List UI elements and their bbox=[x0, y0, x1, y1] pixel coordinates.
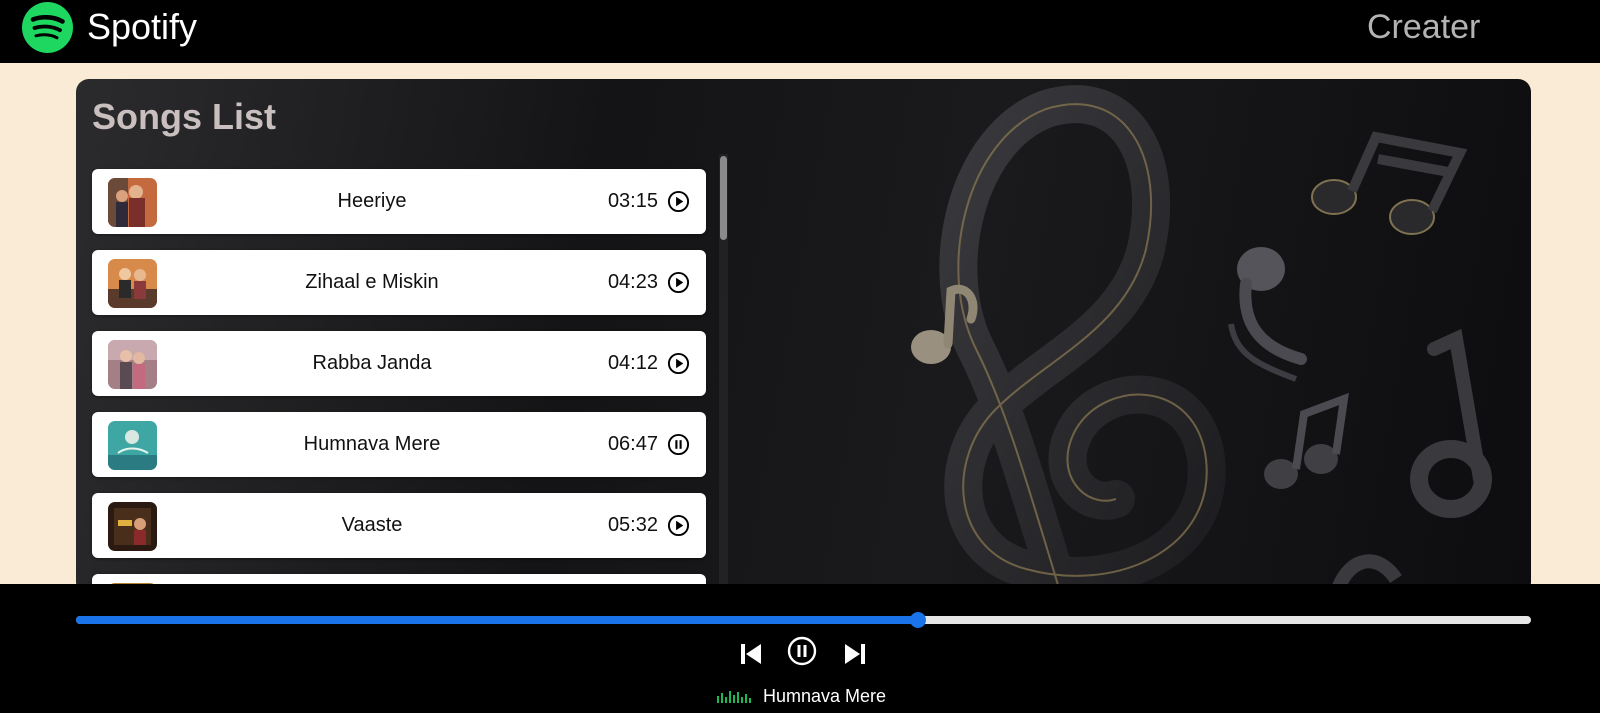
song-item-rabba-janda[interactable]: Rabba Janda 04:12 bbox=[92, 331, 706, 396]
song-item-humnava-mere[interactable]: Humnava Mere 06:47 bbox=[92, 412, 706, 477]
play-circle-icon[interactable] bbox=[667, 514, 690, 537]
song-duration: 05:32 bbox=[607, 514, 658, 536]
song-item-zihaal-e-miskin[interactable]: Zihaal e Miskin 04:23 bbox=[92, 250, 706, 315]
play-circle-icon[interactable] bbox=[667, 190, 690, 213]
seek-bar[interactable] bbox=[76, 612, 1531, 628]
creater-link[interactable]: Creater bbox=[1367, 6, 1480, 48]
song-duration: 04:23 bbox=[607, 271, 658, 293]
song-name: Humnava Mere bbox=[303, 433, 441, 455]
pause-circle-icon[interactable] bbox=[667, 433, 690, 456]
song-list-scrollbar[interactable] bbox=[719, 154, 728, 595]
songs-list-title: Songs List bbox=[92, 96, 277, 137]
brand-name[interactable]: Spotify bbox=[87, 6, 197, 48]
album-cover-rabba-janda bbox=[108, 340, 157, 389]
previous-icon[interactable] bbox=[740, 643, 762, 665]
song-item-heeriye[interactable]: Heeriye 03:15 bbox=[92, 169, 706, 234]
music-notes-artwork bbox=[911, 85, 1492, 595]
player-bar: Humnava Mere bbox=[0, 584, 1600, 713]
now-playing-title: Humnava Mere bbox=[763, 686, 887, 706]
songs-container: Songs List Heeriye 03:15 Zihaal e Miskin… bbox=[76, 79, 1531, 595]
song-name: Vaaste bbox=[341, 514, 403, 536]
song-item-vaaste[interactable]: Vaaste 05:32 bbox=[92, 493, 706, 558]
song-name: Zihaal e Miskin bbox=[305, 271, 439, 293]
album-cover-vaaste bbox=[108, 502, 157, 551]
album-cover-humnava-mere bbox=[108, 421, 157, 470]
equalizer-icon bbox=[717, 691, 751, 703]
song-duration: 04:12 bbox=[607, 352, 658, 374]
song-name: Rabba Janda bbox=[312, 352, 432, 374]
song-name: Heeriye bbox=[337, 190, 407, 212]
play-circle-icon[interactable] bbox=[667, 271, 690, 294]
album-cover-heeriye bbox=[108, 178, 157, 227]
album-cover-zihaal-e-miskin bbox=[108, 259, 157, 308]
play-circle-icon[interactable] bbox=[667, 352, 690, 375]
seek-bar-progress bbox=[76, 616, 919, 624]
seek-bar-thumb[interactable] bbox=[910, 612, 927, 628]
pause-circle-icon[interactable] bbox=[787, 636, 817, 666]
playback-controls bbox=[740, 636, 870, 672]
song-duration: 06:47 bbox=[607, 433, 658, 455]
scrollbar-thumb[interactable] bbox=[720, 156, 727, 240]
navbar: Spotify Creater bbox=[0, 0, 1600, 63]
spotify-logo-icon[interactable] bbox=[22, 2, 73, 53]
song-duration: 03:15 bbox=[607, 190, 658, 212]
next-icon[interactable] bbox=[844, 643, 866, 665]
